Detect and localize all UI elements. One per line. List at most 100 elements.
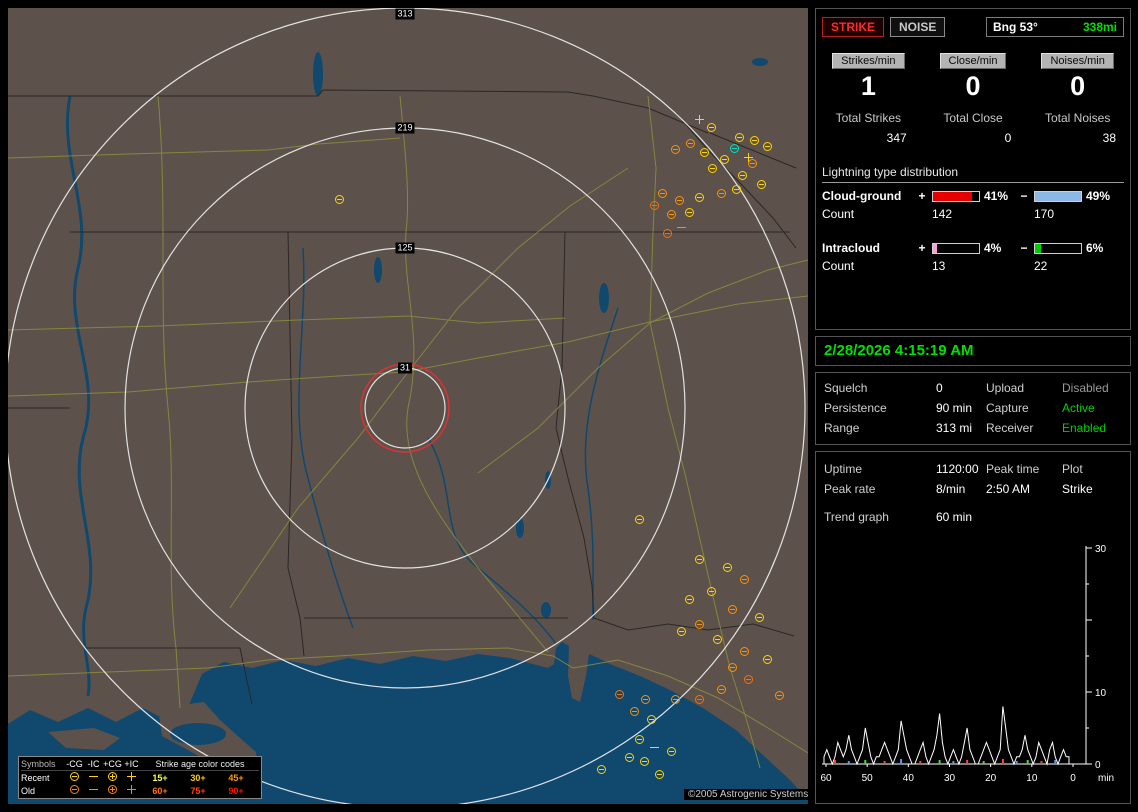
total-close-label: Total Close — [943, 111, 1003, 125]
app-window: 313 219 125 31 Symbols -CG -IC +CG +IC Stri… — [0, 0, 1138, 812]
noises-per-min-chip[interactable]: Noises/min — [1041, 53, 1114, 69]
strike-symbol — [707, 123, 716, 132]
strike-symbol — [677, 627, 686, 636]
strike-symbol — [686, 139, 695, 148]
strike-symbol — [335, 195, 344, 204]
bearing-label: Bng 53° — [993, 20, 1038, 34]
legend-row: Old 60+ 75+ 90+ — [21, 784, 259, 797]
strike-symbol — [695, 193, 704, 202]
cloud-ground-label: Cloud-ground — [822, 189, 902, 203]
strike-symbol — [740, 575, 749, 584]
strike-symbol — [677, 223, 686, 232]
svg-text:30: 30 — [944, 773, 956, 784]
cg-positive-pct: 41% — [984, 189, 1009, 203]
svg-text:40: 40 — [903, 773, 915, 784]
strike-symbol — [728, 605, 737, 614]
strikes-per-min-chip[interactable]: Strikes/min — [832, 53, 905, 69]
strike-symbol — [732, 185, 741, 194]
strike-symbol — [717, 685, 726, 694]
ic-positive-bar — [932, 242, 980, 254]
close-per-min-chip[interactable]: Close/min — [939, 53, 1007, 69]
total-close-value: 0 — [1004, 131, 1012, 145]
bearing-range: 338mi — [1082, 20, 1117, 34]
ic-positive-count: 13 — [932, 259, 946, 273]
svg-text:min: min — [1098, 773, 1114, 784]
intracloud-label: Intracloud — [822, 241, 881, 255]
cloud-ground-row: Cloud-ground + 41% − 49% — [816, 185, 1130, 207]
strike-symbol — [707, 587, 716, 596]
strike-symbol — [695, 695, 704, 704]
legend-title: Symbols — [21, 759, 56, 769]
strike-symbol — [655, 770, 664, 779]
legend-row: Recent 15+ 30+ 45+ — [21, 771, 259, 784]
range-ring-label: 313 — [395, 8, 415, 20]
svg-text:50: 50 — [862, 773, 874, 784]
total-noises-label: Total Noises — [1044, 111, 1111, 125]
plot-value: Strike — [1062, 482, 1093, 496]
strike-symbol — [713, 635, 722, 644]
peak-rate-value: 8/min — [936, 482, 966, 496]
strike-symbol — [744, 675, 753, 684]
legend-cp-icon — [108, 785, 117, 794]
svg-text:10: 10 — [1026, 773, 1038, 784]
strike-symbol — [635, 515, 644, 524]
strike-symbol — [755, 613, 764, 622]
settings-row: Persistence 90 min Capture Active — [824, 401, 1095, 415]
lightning-map[interactable]: 313 219 125 31 Symbols -CG -IC +CG +IC Stri… — [8, 8, 808, 804]
ic-negative-pct: 6% — [1086, 241, 1104, 255]
ic-positive-pct: 4% — [984, 241, 1002, 255]
strike-symbol — [671, 145, 680, 154]
noises-per-min-value: 0 — [1070, 71, 1086, 101]
strike-symbol — [667, 210, 676, 219]
strike-symbol — [757, 180, 766, 189]
close-per-min-value: 0 — [965, 71, 981, 101]
strike-symbol — [650, 201, 659, 210]
peak-time-label: Peak time — [986, 462, 1040, 476]
cg-count-row: Count 142 170 — [816, 207, 1130, 227]
strike-symbol — [708, 164, 717, 173]
legend-p-icon — [127, 772, 136, 781]
strike-symbol — [597, 765, 606, 774]
legend-col-pos-cg: +CG — [103, 759, 122, 769]
legend-age-title: Strike age color codes — [155, 759, 245, 769]
strike-symbol — [667, 747, 676, 756]
noise-button[interactable]: NOISE — [890, 17, 946, 37]
trend-graph: 30 10 0 60 50 40 30 20 10 0 min — [818, 538, 1130, 805]
settings-panel: Squelch 0 Upload Disabled Persistence 90 min C… — [815, 372, 1131, 445]
strike-symbol — [650, 743, 659, 752]
plus-sign: + — [918, 189, 926, 203]
strike-symbol — [685, 208, 694, 217]
legend-m-icon — [89, 785, 98, 794]
age-code: 75+ — [190, 785, 206, 796]
age-code: 60+ — [152, 785, 168, 796]
age-code: 90+ — [228, 785, 244, 796]
strike-symbol — [647, 715, 656, 724]
strike-button[interactable]: STRIKE — [822, 17, 885, 37]
trend-graph-label: Trend graph — [824, 510, 889, 524]
legend-cm-icon — [70, 772, 79, 781]
peak-time-value: 2:50 AM — [986, 482, 1031, 496]
legend-cm-icon — [70, 785, 79, 794]
range-ring-label: 219 — [395, 122, 415, 134]
strike-symbol — [685, 595, 694, 604]
range-ring-label: 125 — [395, 242, 415, 254]
uptime-value: 1120:00 — [936, 462, 979, 476]
svg-text:10: 10 — [1095, 688, 1107, 699]
total-strikes-label: Total Strikes — [835, 111, 902, 125]
legend-col-pos-ic: +IC — [124, 759, 139, 769]
strike-symbol — [763, 142, 772, 151]
cg-negative-bar — [1034, 190, 1082, 202]
strike-symbol — [740, 647, 749, 656]
strike-symbol — [738, 171, 747, 180]
strike-symbol — [775, 691, 784, 700]
strike-symbol — [658, 189, 667, 198]
minus-sign: − — [1020, 189, 1028, 203]
intracloud-row: Intracloud + 4% − 6% — [816, 237, 1130, 259]
range-ring-label: 31 — [397, 362, 413, 374]
strike-symbol — [700, 148, 709, 157]
strike-symbol — [717, 189, 726, 198]
strike-symbol — [763, 655, 772, 664]
legend-m-icon — [89, 772, 98, 781]
plot-label: Plot — [1062, 462, 1083, 476]
cg-negative-count: 170 — [1034, 207, 1055, 221]
